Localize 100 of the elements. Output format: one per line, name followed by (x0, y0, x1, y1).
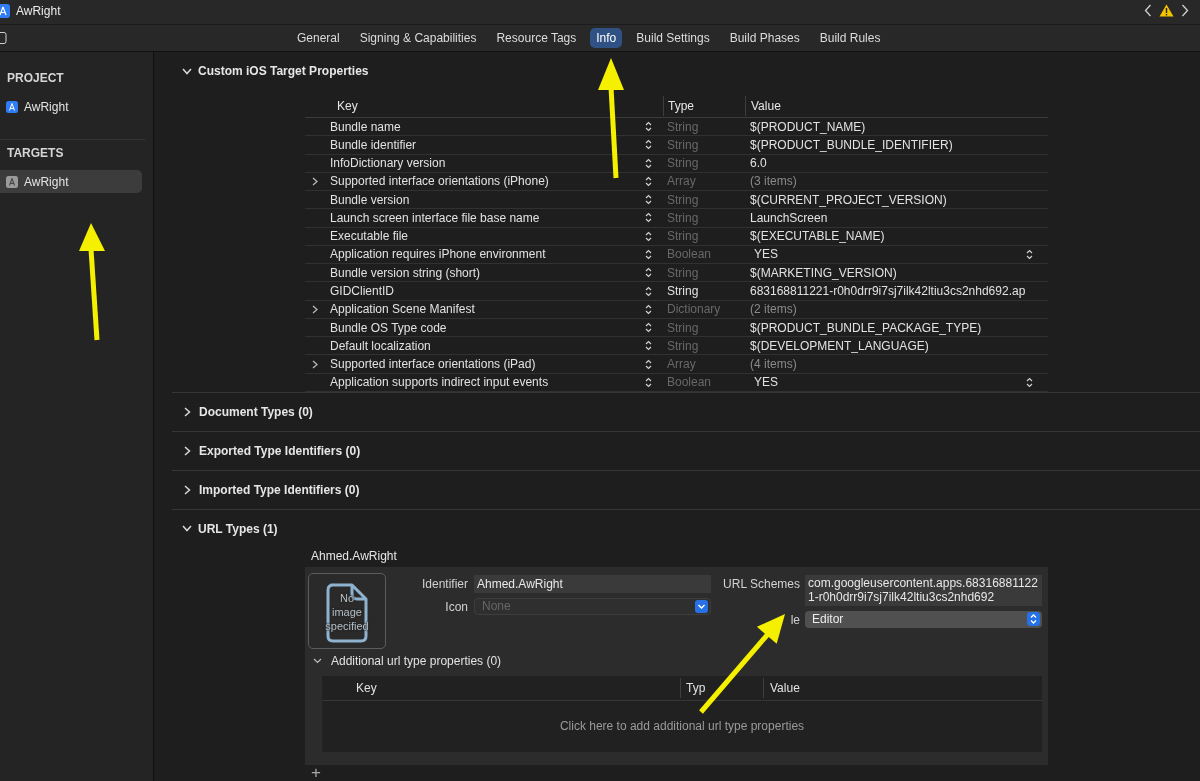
value-cell: $(DEVELOPMENT_LANGUAGE) (750, 338, 929, 353)
forward-icon[interactable] (1181, 4, 1189, 17)
field-label: Identifier (420, 576, 468, 593)
key-cell-text: GIDClientID (330, 284, 395, 298)
value-cell: $(EXECUTABLE_NAME) (750, 229, 885, 244)
sidebar-section-header: PROJECT (6, 70, 65, 86)
key-cell-text: Supported interface orientations (iPhone) (330, 174, 550, 189)
key-cell-text: Application Scene Manifest (330, 302, 476, 317)
warning-icon[interactable] (1159, 4, 1174, 17)
sidebar-section-header: TARGETS (6, 145, 65, 161)
section-header[interactable]: URL Types (1) (172, 510, 278, 548)
add-property-prompt[interactable]: Click here to add additional url type properties (559, 719, 805, 734)
value-cell: (3 items) (750, 174, 797, 189)
tab[interactable]: Resource Tags (490, 28, 583, 48)
tab[interactable]: General (291, 28, 346, 48)
type-cell: Dictionary (667, 302, 721, 317)
section-header[interactable]: Imported Type Identifiers (0) (172, 471, 360, 509)
chevron-right-icon[interactable] (312, 176, 318, 186)
sidebar-item-label: AwRight (24, 99, 69, 114)
tab[interactable]: Build Settings (630, 28, 716, 48)
value-cell: LaunchScreen (750, 210, 828, 225)
key-cell-text: Application requires iPhone environment (330, 247, 547, 262)
key-cell-text: Bundle OS Type code (330, 320, 448, 335)
type-cell: String (667, 338, 699, 353)
value-popup[interactable]: YES (750, 374, 1040, 391)
type-cell: Array (667, 174, 696, 189)
key-cell-text: Default localization (330, 338, 432, 353)
type-cell: String (667, 265, 699, 280)
window-title: AwRight (16, 3, 61, 18)
value-cell: (2 items) (750, 302, 797, 317)
value-popup[interactable]: YES (750, 246, 1040, 263)
add-button[interactable]: + (311, 766, 321, 779)
type-cell: Array (667, 357, 696, 372)
column-header: Typ (680, 678, 763, 698)
key-cell-text: Application supports indirect input events (330, 375, 550, 390)
key-cell-text: Bundle version (330, 192, 411, 207)
up-down-chevron-icon[interactable] (645, 358, 652, 370)
up-down-chevron-icon (1027, 612, 1040, 627)
value-cell: (4 items) (750, 357, 797, 372)
sidebar-item[interactable]: AwRight (0, 95, 142, 118)
value-cell: $(CURRENT_PROJECT_VERSION) (750, 192, 947, 207)
up-down-chevron-icon[interactable] (645, 121, 652, 133)
up-down-chevron-icon[interactable] (645, 212, 652, 224)
back-icon[interactable] (1144, 4, 1152, 17)
column-header: Value (745, 96, 1048, 116)
key-cell-text: Bundle name (330, 119, 402, 134)
up-down-chevron-icon (1026, 249, 1033, 260)
app-icon (6, 100, 18, 113)
sidebar-item[interactable]: AwRight (0, 170, 142, 193)
type-cell: String (667, 119, 699, 134)
tab[interactable]: Signing & Capabilities (353, 28, 483, 48)
up-down-chevron-icon[interactable] (645, 376, 652, 388)
field-label: le (789, 612, 800, 629)
popup-chevron-icon (695, 600, 708, 613)
identifier-field[interactable]: Ahmed.AwRight (474, 575, 711, 593)
section-header[interactable]: Custom iOS Target Properties (172, 52, 369, 90)
up-down-chevron-icon[interactable] (645, 230, 652, 242)
up-down-chevron-icon[interactable] (645, 285, 652, 297)
key-cell-text: Bundle identifier (330, 137, 418, 152)
value-cell: $(PRODUCT_NAME) (750, 119, 866, 134)
field-label: URL Schemes (722, 576, 800, 593)
value-cell: 6.0 (750, 156, 767, 171)
up-down-chevron-icon[interactable] (645, 322, 652, 334)
sidebar-item-label: AwRight (24, 174, 69, 189)
section-header[interactable]: Document Types (0) (172, 393, 313, 431)
disclosure-header[interactable]: Additional url type properties (0) (308, 653, 502, 669)
key-cell-text: Bundle version string (short) (330, 265, 482, 280)
section-header[interactable]: Exported Type Identifiers (0) (172, 432, 361, 470)
up-down-chevron-icon[interactable] (645, 175, 652, 187)
up-down-chevron-icon[interactable] (645, 303, 652, 315)
type-cell: String (667, 210, 699, 225)
url-schemes-field[interactable]: com.googleusercontent.apps.683168811221-r0h0drr9i7sj7ilk42ltiu3cs2nhd692 (805, 575, 1042, 606)
url-type-name: Ahmed.AwRight (311, 548, 398, 564)
value-cell: $(PRODUCT_BUNDLE_IDENTIFIER) (750, 137, 953, 152)
chevron-right-icon[interactable] (312, 304, 318, 314)
chevron-right-icon[interactable] (312, 359, 318, 369)
key-cell-text: InfoDictionary version (330, 156, 447, 171)
value-cell: 683168811221-r0h0drr9i7sj7ilk42ltiu3cs2nhd692.ap (750, 284, 1026, 298)
field-label: Icon (444, 599, 468, 616)
tab[interactable]: Info (590, 28, 623, 48)
up-down-chevron-icon[interactable] (645, 157, 652, 169)
up-down-chevron-icon[interactable] (645, 194, 652, 206)
type-cell: String (667, 229, 699, 244)
up-down-chevron-icon[interactable] (645, 249, 652, 260)
role-popup[interactable]: Editor (805, 611, 1042, 628)
app-icon (0, 3, 10, 18)
value-cell: $(PRODUCT_BUNDLE_PACKAGE_TYPE) (750, 320, 982, 335)
tab[interactable]: Build Rules (813, 28, 887, 48)
key-cell-text: Executable file (330, 229, 410, 244)
up-down-chevron-icon[interactable] (645, 267, 652, 279)
value-cell: $(MARKETING_VERSION) (750, 265, 897, 280)
column-header: Key (336, 98, 359, 115)
type-cell: String (667, 137, 699, 152)
up-down-chevron-icon[interactable] (645, 340, 652, 352)
column-header: Value (763, 678, 1042, 698)
key-cell-text: Launch screen interface file base name (330, 210, 541, 225)
up-down-chevron-icon[interactable] (645, 139, 652, 151)
column-header: Key (355, 680, 378, 697)
type-cell: Boolean (667, 247, 712, 262)
tab[interactable]: Build Phases (723, 28, 806, 48)
